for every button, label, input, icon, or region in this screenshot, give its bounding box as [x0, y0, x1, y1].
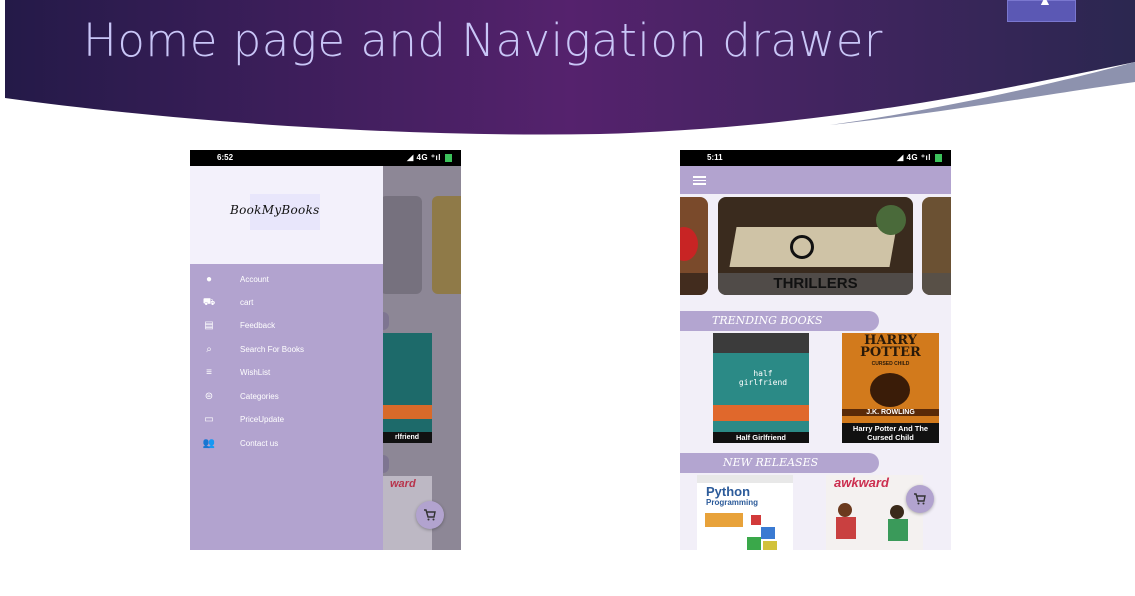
- battery-icon: [935, 154, 942, 162]
- battery-icon: [445, 154, 452, 162]
- drawer-item-label: Contact us: [240, 439, 279, 448]
- drawer-item-label: cart: [240, 298, 254, 307]
- status-bar: 5:11 ◢ 4G ⁺ıl: [680, 150, 951, 166]
- drawer-item-price-update[interactable]: ▭ PriceUpdate: [190, 409, 383, 432]
- contact-icon: 👥: [202, 438, 216, 449]
- slide-title: Home page and Navigation drawer: [83, 14, 883, 67]
- account-icon: ●: [205, 274, 213, 285]
- cart-icon: ⛟: [202, 297, 216, 308]
- price-update-icon: ▭: [204, 414, 214, 425]
- app-toolbar: [680, 166, 951, 194]
- drawer-item-contact[interactable]: 👥 Contact us: [190, 433, 383, 456]
- drawer-item-account[interactable]: ● Account: [190, 269, 383, 292]
- category-card[interactable]: [680, 197, 708, 295]
- signal-indicator: ◢ 4G ⁺ıl: [407, 153, 441, 162]
- wishlist-icon: ≡: [206, 367, 212, 378]
- home-phone-screenshot: 5:11 ◢ 4G ⁺ıl THRILLERS TRENDING BOOKS h…: [680, 150, 951, 550]
- cart-fab[interactable]: [906, 485, 934, 513]
- book-half-girlfriend[interactable]: half girlfriend Half Girlfriend: [713, 333, 809, 443]
- menu-icon[interactable]: [693, 176, 706, 185]
- book-title: Harry Potter And The Cursed Child: [842, 423, 939, 443]
- category-card[interactable]: [922, 197, 951, 295]
- status-time: 5:11: [707, 153, 723, 162]
- drawer-item-label: WishList: [240, 368, 271, 377]
- drawer-item-label: Account: [240, 275, 269, 284]
- drawer-item-feedback[interactable]: ▤ Feedback: [190, 315, 383, 338]
- app-logo: BookMyBooks: [230, 203, 320, 217]
- background-book-cover: rlfriend: [382, 333, 432, 443]
- feedback-icon: ▤: [204, 320, 214, 331]
- background-category-card: [380, 196, 422, 294]
- drawer-item-categories[interactable]: ⊜ Categories: [190, 386, 383, 409]
- status-time: 6:52: [217, 153, 234, 162]
- trending-books-heading: TRENDING BOOKS: [680, 311, 879, 331]
- categories-icon: ⊜: [204, 391, 214, 402]
- drawer-item-search[interactable]: ⌕ Search For Books: [190, 339, 383, 362]
- signal-indicator: ◢ 4G ⁺ıl: [897, 153, 931, 162]
- book-python-programming[interactable]: Python Programming: [697, 475, 793, 550]
- drawer-phone-screenshot: 6:52 ◢ 4G ⁺ıl rlfriend ward BookMyBooks …: [190, 150, 461, 550]
- drawer-item-label: Feedback: [240, 321, 276, 330]
- drawer-item-label: Categories: [240, 392, 279, 401]
- new-releases-heading: NEW RELEASES: [680, 453, 879, 473]
- book-harry-potter[interactable]: HARRY POTTER CURSED CHILD J.K. ROWLING H…: [842, 333, 939, 443]
- category-card-thrillers[interactable]: THRILLERS: [718, 197, 913, 295]
- status-bar: 6:52 ◢ 4G ⁺ıl: [190, 150, 461, 166]
- drawer-header: BookMyBooks: [190, 166, 383, 264]
- navigation-drawer: BookMyBooks ● Account ⛟ cart ▤ Feedback …: [190, 166, 383, 550]
- drawer-item-label: PriceUpdate: [240, 415, 285, 424]
- drawer-item-cart[interactable]: ⛟ cart: [190, 292, 383, 315]
- background-category-card: [432, 196, 461, 294]
- book-title: Half Girlfriend: [713, 432, 809, 443]
- book-awkward[interactable]: awkward: [826, 475, 923, 550]
- drawer-item-wishlist[interactable]: ≡ WishList: [190, 362, 383, 385]
- drawer-item-label: Search For Books: [240, 345, 305, 354]
- cart-fab[interactable]: [416, 501, 444, 529]
- search-icon: ⌕: [206, 344, 212, 355]
- corner-tab: ▲: [1007, 0, 1076, 22]
- category-label: THRILLERS: [718, 273, 913, 295]
